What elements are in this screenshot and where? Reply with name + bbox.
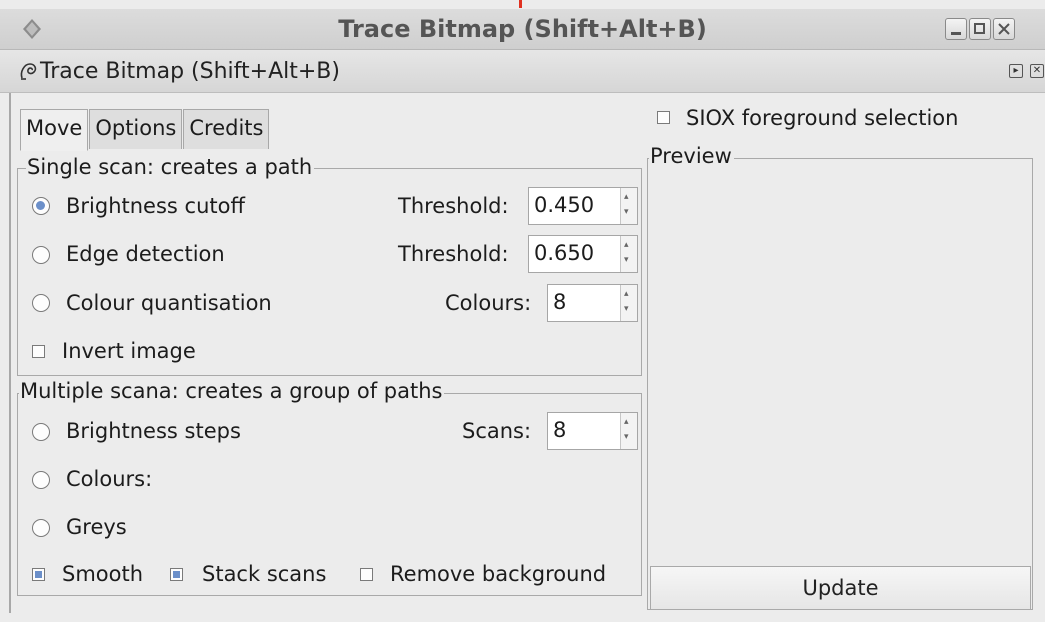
tab-credits[interactable]: Credits [183,109,270,149]
brightness-threshold-spinbox[interactable]: 0.450 [528,187,638,225]
single-scan-legend: Single scan: creates a path [26,155,315,179]
colours-count-spinbox[interactable]: 8 [547,284,638,322]
update-button[interactable]: Update [650,566,1031,610]
siox-label: SIOX foreground selection [686,106,959,130]
preview-frame [647,158,1033,610]
edge-threshold-spinbox[interactable]: 0.650 [528,235,638,273]
siox-checkbox[interactable] [657,111,670,124]
brightness-steps-label: Brightness steps [66,419,241,443]
close-icon[interactable] [993,18,1015,40]
invert-image-label: Invert image [62,339,196,363]
tab-bar: Move Options Credits [20,109,270,151]
preview-legend: Preview [649,144,734,168]
edge-detection-radio[interactable] [32,246,50,264]
smooth-label: Smooth [62,562,144,586]
edge-detection-label: Edge detection [66,242,225,266]
brightness-cutoff-radio[interactable] [32,197,50,215]
invert-image-checkbox[interactable] [32,345,45,358]
spin-arrows-icon[interactable] [620,413,637,449]
greys-radio[interactable] [32,519,50,537]
greys-label: Greys [66,515,127,539]
scans-count-label: Scans: [462,419,532,443]
trace-bitmap-window: Trace Bitmap (Shift+Alt+B) Trace Bitmap … [0,0,1045,622]
tab-options[interactable]: Options [89,109,183,149]
stack-scans-label: Stack scans [202,562,327,586]
trace-bitmap-icon [20,63,37,80]
brightness-threshold-value: 0.450 [534,193,595,217]
multiple-scan-legend: Multiple scana: creates a group of paths [19,379,445,403]
scans-count-spinbox[interactable]: 8 [547,412,638,450]
colours-label: Colours: [66,467,153,491]
brightness-cutoff-label: Brightness cutoff [66,194,245,218]
edge-threshold-label: Threshold: [398,242,509,266]
tab-move[interactable]: Move [20,109,89,151]
colours-count-label: Colours: [445,291,532,315]
dock-title: Trace Bitmap (Shift+Alt+B) [40,59,340,84]
remove-background-checkbox[interactable] [360,568,373,581]
scans-count-value: 8 [553,418,567,442]
window-title: Trace Bitmap (Shift+Alt+B) [338,15,707,43]
edge-threshold-value: 0.650 [534,241,595,265]
maximize-icon[interactable] [969,18,991,40]
spin-arrows-icon[interactable] [620,285,637,321]
dock-close-icon[interactable]: ✕ [1030,64,1044,78]
dock-header: Trace Bitmap (Shift+Alt+B) ▸ ✕ [0,50,1045,93]
brightness-threshold-label: Threshold: [398,194,509,218]
colour-quantisation-radio[interactable] [32,294,50,312]
title-bar[interactable]: Trace Bitmap (Shift+Alt+B) [0,9,1045,50]
red-marker [519,0,522,8]
spin-arrows-icon[interactable] [620,188,637,224]
colour-quantisation-label: Colour quantisation [66,291,272,315]
dock-expand-icon[interactable]: ▸ [1009,64,1023,78]
colours-radio[interactable] [32,471,50,489]
minimize-icon[interactable] [945,18,967,40]
smooth-checkbox[interactable] [32,568,45,581]
spin-arrows-icon[interactable] [620,236,637,272]
brightness-steps-radio[interactable] [32,423,50,441]
remove-background-label: Remove background [390,562,607,586]
colours-count-value: 8 [553,290,567,314]
stack-scans-checkbox[interactable] [170,568,183,581]
